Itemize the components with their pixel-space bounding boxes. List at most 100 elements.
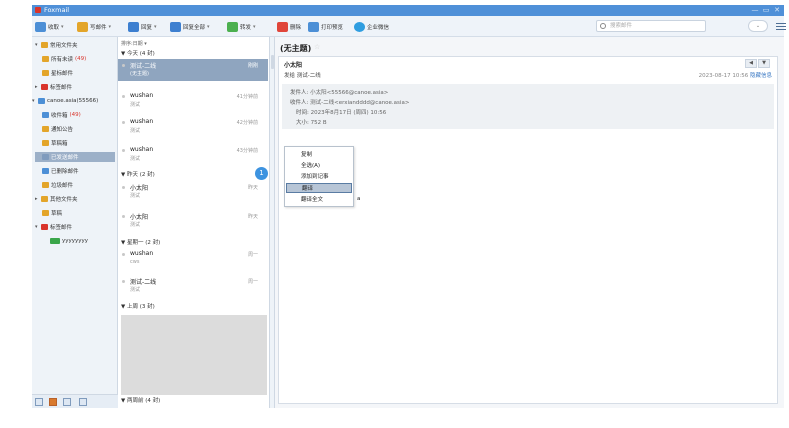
mail-item[interactable]: 测试-二线 刚刚 (无主题) [118, 59, 268, 81]
group-header[interactable]: ▼ 上周 (3 封) [121, 302, 155, 310]
more-icon[interactable]: ▼ [758, 59, 770, 68]
detail-label: 大小: [296, 120, 309, 126]
mail-item[interactable]: wushan 43分钟前 测试 [118, 144, 268, 166]
receive-label: 收取 [48, 24, 60, 31]
step-badge: 1 [255, 167, 268, 180]
menu-item-translate-all[interactable]: 翻译全文 [286, 195, 352, 205]
mail-item[interactable]: 测试-二线 周一 测试 [118, 275, 268, 297]
mail-sender: wushan [130, 118, 154, 125]
list-placeholder-area [121, 315, 267, 395]
collapse-icon[interactable]: ▾ [32, 98, 36, 104]
unread-dot-icon [122, 253, 125, 256]
hide-info-link[interactable]: 隐藏信息 [750, 73, 772, 79]
reading-pane: (无主题) ☆ 小太阳 ◀ ▼ 发给 测试-二线 2023-08-17 10:56… [275, 37, 784, 408]
forward-label: 转发 [240, 24, 252, 31]
chevron-down-icon[interactable]: ▾ [253, 24, 256, 30]
folder-tagged[interactable]: ▸ 标签邮件 [35, 82, 72, 92]
mail-item[interactable]: 小太阳 昨天 测试 [118, 210, 268, 232]
tag-color-icon [50, 238, 60, 244]
reply-icon [128, 21, 139, 32]
group-header[interactable]: ▼ 星期一 (2 封) [121, 238, 160, 246]
print-preview-button[interactable]: 打印预览 [308, 21, 343, 32]
contacts-icon[interactable] [49, 398, 57, 406]
folder-label: yyyyyyyy [62, 238, 89, 244]
chevron-down-icon[interactable]: ▾ [207, 24, 210, 30]
mail-list: 排序:日期 ▾ ▼ 今天 (4 封) 测试-二线 刚刚 (无主题) wushan… [118, 37, 270, 408]
folder-account-tagged[interactable]: ▾ 标签邮件 [35, 222, 72, 232]
menu-icon[interactable] [776, 21, 786, 31]
close-button[interactable]: ✕ [772, 5, 782, 16]
group-header[interactable]: ▼ 昨天 (2 封) [121, 170, 155, 178]
forward-button[interactable]: 转发 ▾ [227, 21, 256, 32]
reply-all-button[interactable]: 回复全部 ▾ [170, 21, 210, 32]
compose-icon [77, 21, 88, 32]
calendar-icon[interactable] [63, 398, 71, 406]
account-node[interactable]: ▾ canoe.asia(55566) [32, 96, 98, 106]
mail-subject: 测试 [130, 193, 141, 199]
reply-button[interactable]: 回复 ▾ [128, 21, 157, 32]
mail-time: 刚刚 [247, 63, 258, 69]
folder-notices[interactable]: 通知公告 [42, 124, 73, 134]
collapse-icon[interactable]: ▾ [35, 42, 39, 48]
search-options-button[interactable]: ⌄ [748, 20, 768, 32]
compose-label: 写邮件 [90, 24, 107, 31]
chevron-down-icon[interactable]: ▾ [61, 24, 64, 30]
menu-item-translate[interactable]: 翻译 [286, 183, 352, 193]
junk-icon [42, 182, 49, 188]
unread-dot-icon [122, 186, 125, 189]
mail-item[interactable]: 小太阳 昨天 测试 [118, 181, 268, 203]
mail-subject: 测试 [130, 102, 141, 108]
folder-unread[interactable]: 所有未读 (49) [42, 54, 86, 64]
search-input[interactable]: 搜索邮件 [596, 20, 706, 32]
folder-common[interactable]: ▾ 常用文件夹 [35, 40, 78, 50]
folder-label: 已发送邮件 [51, 155, 79, 161]
mail-sender: wushan [130, 146, 154, 153]
mail-date: 2023-08-17 10:56 隐藏信息 [699, 71, 772, 79]
folder-label: 星标邮件 [51, 71, 74, 77]
folder-inbox[interactable]: 收件箱 (49) [42, 110, 81, 120]
menu-item-copy[interactable]: 复制 [286, 150, 352, 160]
folder-drafts[interactable]: 草稿箱 [42, 138, 68, 148]
delete-button[interactable]: 删除 [277, 21, 301, 32]
expand-icon[interactable]: ▸ [35, 84, 39, 90]
mail-subject: 测试 [130, 156, 141, 162]
forward-icon [227, 21, 238, 32]
chevron-down-icon[interactable]: ▾ [109, 24, 112, 30]
splitter-grip-icon[interactable] [271, 55, 274, 69]
previous-icon[interactable]: ◀ [745, 59, 757, 68]
folder-starred[interactable]: 星标邮件 [42, 68, 73, 78]
folder-sent[interactable]: 已发送邮件 [35, 152, 115, 162]
mail-sender: 测试-二线 [130, 279, 157, 286]
folder-draft[interactable]: 草稿 [42, 208, 62, 218]
folder-deleted[interactable]: 已删除邮件 [42, 166, 79, 176]
compose-button[interactable]: 写邮件 ▾ [77, 21, 111, 32]
group-header[interactable]: ▼ 今天 (4 封) [121, 49, 155, 57]
folder-label: 收件箱 [51, 113, 68, 119]
collapse-icon[interactable]: ▾ [35, 224, 39, 230]
mail-item[interactable]: wushan 42分钟前 测试 [118, 116, 268, 138]
receive-icon [35, 21, 46, 32]
notes-icon[interactable] [79, 398, 87, 406]
minimize-button[interactable]: — [750, 5, 760, 16]
mail-item[interactable]: wushan 周一 cws [118, 248, 268, 270]
menu-item-select-all[interactable]: 全选(A) [286, 161, 352, 171]
folder-other[interactable]: ▸ 其他文件夹 [35, 194, 78, 204]
mail-item[interactable]: wushan 41分钟前 测试 [118, 90, 268, 112]
menu-item-add-note[interactable]: 添加到记事 [286, 172, 352, 182]
mail-view-icon[interactable] [35, 398, 43, 406]
chevron-down-icon[interactable]: ▾ [154, 24, 157, 30]
folder-label: 草稿箱 [51, 141, 68, 147]
maximize-button[interactable]: ▭ [761, 5, 771, 16]
star-icon[interactable]: ☆ [314, 43, 320, 51]
group-header[interactable]: ▼ 两周前 (4 封) [121, 396, 160, 404]
mail-subject: cws [130, 259, 140, 265]
receive-button[interactable]: 收取 ▾ [35, 21, 64, 32]
expand-icon[interactable]: ▸ [35, 196, 39, 202]
sort-header[interactable]: 排序:日期 ▾ [121, 40, 147, 47]
sent-icon [42, 154, 49, 160]
tag-yyyyyyyy[interactable]: yyyyyyyy [50, 236, 88, 246]
mail-time: 周一 [247, 252, 258, 258]
wecom-button[interactable]: 企业微信 [354, 21, 389, 32]
folder-junk[interactable]: 垃圾邮件 [42, 180, 73, 190]
mail-subject: 测试 [130, 222, 141, 228]
